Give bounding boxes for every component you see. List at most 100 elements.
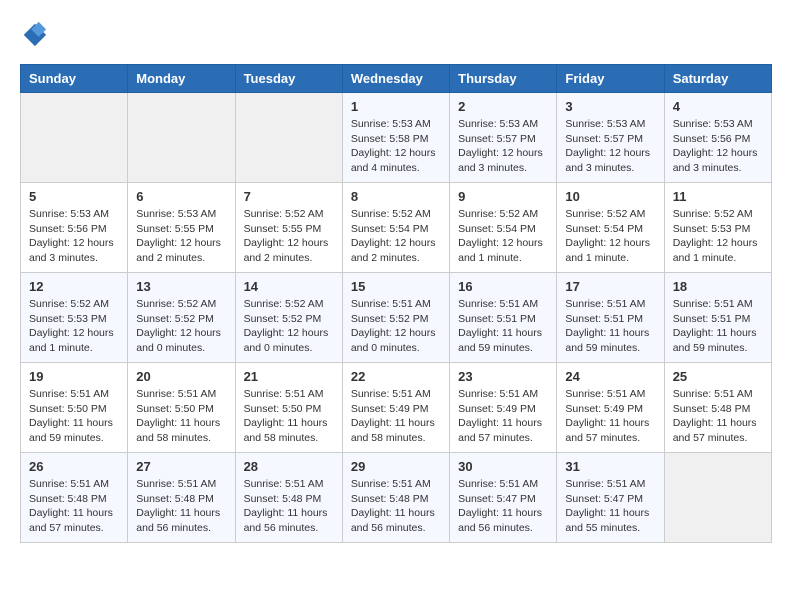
weekday-header: Thursday — [450, 65, 557, 93]
calendar-cell: 25Sunrise: 5:51 AM Sunset: 5:48 PM Dayli… — [664, 363, 771, 453]
calendar-cell: 21 Sunrise: 5:51 AM Sunset: 5:50 PM Dayli… — [235, 363, 342, 453]
day-number: 30 — [458, 459, 548, 474]
calendar-cell: 22Sunrise: 5:51 AM Sunset: 5:49 PM Dayli… — [342, 363, 449, 453]
calendar-cell: 5Sunrise: 5:53 AM Sunset: 5:56 PM Daylig… — [21, 183, 128, 273]
day-number: 20 — [136, 369, 226, 384]
calendar-week: 26 Sunrise: 5:51 AM Sunset: 5:48 PM Dayli… — [21, 453, 772, 543]
day-number: 16 — [458, 279, 548, 294]
day-number: 31 — [565, 459, 655, 474]
day-info: Sunrise: 5:52 AM Sunset: 5:54 PM Dayligh… — [565, 207, 655, 266]
calendar-cell — [664, 453, 771, 543]
day-info: Sunrise: 5:51 AM Sunset: 5:50 PM Dayligh… — [136, 387, 226, 446]
calendar-cell: 18Sunrise: 5:51 AM Sunset: 5:51 PM Dayli… — [664, 273, 771, 363]
calendar-cell: 31 Sunrise: 5:51 AM Sunset: 5:47 PM Dayli… — [557, 453, 664, 543]
day-info: Sunrise: 5:52 AM Sunset: 5:54 PM Dayligh… — [458, 207, 548, 266]
calendar-cell: 26 Sunrise: 5:51 AM Sunset: 5:48 PM Dayli… — [21, 453, 128, 543]
day-number: 9 — [458, 189, 548, 204]
day-info: Sunrise: 5:51 AM Sunset: 5:50 PM Dayligh… — [29, 387, 119, 446]
calendar-cell — [235, 93, 342, 183]
weekday-header: Tuesday — [235, 65, 342, 93]
day-number: 1 — [351, 99, 441, 114]
day-number: 5 — [29, 189, 119, 204]
day-info: Sunrise: 5:52 AM Sunset: 5:54 PM Dayligh… — [351, 207, 441, 266]
calendar-table: SundayMondayTuesdayWednesdayThursdayFrid… — [20, 64, 772, 543]
weekday-header: Monday — [128, 65, 235, 93]
day-number: 24 — [565, 369, 655, 384]
calendar-cell: 1 Sunrise: 5:53 AM Sunset: 5:58 PM Daylig… — [342, 93, 449, 183]
day-number: 12 — [29, 279, 119, 294]
day-info: Sunrise: 5:51 AM Sunset: 5:51 PM Dayligh… — [565, 297, 655, 356]
day-number: 23 — [458, 369, 548, 384]
calendar-week: 5Sunrise: 5:53 AM Sunset: 5:56 PM Daylig… — [21, 183, 772, 273]
calendar-cell: 11 Sunrise: 5:52 AM Sunset: 5:53 PM Dayli… — [664, 183, 771, 273]
calendar-cell: 12 Sunrise: 5:52 AM Sunset: 5:53 PM Dayli… — [21, 273, 128, 363]
calendar-cell: 8 Sunrise: 5:52 AM Sunset: 5:54 PM Daylig… — [342, 183, 449, 273]
day-number: 4 — [673, 99, 763, 114]
day-info: Sunrise: 5:51 AM Sunset: 5:48 PM Dayligh… — [29, 477, 119, 536]
day-number: 6 — [136, 189, 226, 204]
day-info: Sunrise: 5:51 AM Sunset: 5:52 PM Dayligh… — [351, 297, 441, 356]
day-info: Sunrise: 5:52 AM Sunset: 5:52 PM Dayligh… — [136, 297, 226, 356]
calendar-cell: 15 Sunrise: 5:51 AM Sunset: 5:52 PM Dayli… — [342, 273, 449, 363]
calendar-cell — [128, 93, 235, 183]
calendar-cell: 7 Sunrise: 5:52 AM Sunset: 5:55 PM Daylig… — [235, 183, 342, 273]
calendar-cell: 23 Sunrise: 5:51 AM Sunset: 5:49 PM Dayli… — [450, 363, 557, 453]
calendar-cell: 10 Sunrise: 5:52 AM Sunset: 5:54 PM Dayli… — [557, 183, 664, 273]
day-number: 11 — [673, 189, 763, 204]
day-number: 19 — [29, 369, 119, 384]
day-number: 14 — [244, 279, 334, 294]
logo-icon — [20, 20, 48, 48]
day-number: 7 — [244, 189, 334, 204]
day-info: Sunrise: 5:53 AM Sunset: 5:57 PM Dayligh… — [458, 117, 548, 176]
day-info: Sunrise: 5:52 AM Sunset: 5:53 PM Dayligh… — [673, 207, 763, 266]
day-info: Sunrise: 5:51 AM Sunset: 5:48 PM Dayligh… — [244, 477, 334, 536]
calendar-header: SundayMondayTuesdayWednesdayThursdayFrid… — [21, 65, 772, 93]
day-info: Sunrise: 5:51 AM Sunset: 5:49 PM Dayligh… — [565, 387, 655, 446]
day-number: 8 — [351, 189, 441, 204]
day-info: Sunrise: 5:52 AM Sunset: 5:55 PM Dayligh… — [244, 207, 334, 266]
day-number: 15 — [351, 279, 441, 294]
calendar-week: 12 Sunrise: 5:52 AM Sunset: 5:53 PM Dayli… — [21, 273, 772, 363]
day-info: Sunrise: 5:52 AM Sunset: 5:53 PM Dayligh… — [29, 297, 119, 356]
calendar-cell: 24 Sunrise: 5:51 AM Sunset: 5:49 PM Dayli… — [557, 363, 664, 453]
day-info: Sunrise: 5:51 AM Sunset: 5:49 PM Dayligh… — [351, 387, 441, 446]
day-info: Sunrise: 5:51 AM Sunset: 5:50 PM Dayligh… — [244, 387, 334, 446]
day-info: Sunrise: 5:51 AM Sunset: 5:48 PM Dayligh… — [351, 477, 441, 536]
calendar-cell: 3 Sunrise: 5:53 AM Sunset: 5:57 PM Daylig… — [557, 93, 664, 183]
day-info: Sunrise: 5:51 AM Sunset: 5:47 PM Dayligh… — [565, 477, 655, 536]
day-number: 3 — [565, 99, 655, 114]
calendar-cell: 27 Sunrise: 5:51 AM Sunset: 5:48 PM Dayli… — [128, 453, 235, 543]
day-number: 28 — [244, 459, 334, 474]
day-info: Sunrise: 5:53 AM Sunset: 5:58 PM Dayligh… — [351, 117, 441, 176]
day-number: 21 — [244, 369, 334, 384]
calendar-cell: 20 Sunrise: 5:51 AM Sunset: 5:50 PM Dayli… — [128, 363, 235, 453]
day-info: Sunrise: 5:51 AM Sunset: 5:47 PM Dayligh… — [458, 477, 548, 536]
page-header — [20, 20, 772, 48]
calendar-cell: 2 Sunrise: 5:53 AM Sunset: 5:57 PM Daylig… — [450, 93, 557, 183]
day-info: Sunrise: 5:51 AM Sunset: 5:51 PM Dayligh… — [673, 297, 763, 356]
day-info: Sunrise: 5:52 AM Sunset: 5:52 PM Dayligh… — [244, 297, 334, 356]
calendar-cell: 29Sunrise: 5:51 AM Sunset: 5:48 PM Dayli… — [342, 453, 449, 543]
calendar-body: 1 Sunrise: 5:53 AM Sunset: 5:58 PM Daylig… — [21, 93, 772, 543]
day-info: Sunrise: 5:51 AM Sunset: 5:51 PM Dayligh… — [458, 297, 548, 356]
day-number: 2 — [458, 99, 548, 114]
calendar-week: 19 Sunrise: 5:51 AM Sunset: 5:50 PM Dayli… — [21, 363, 772, 453]
day-number: 27 — [136, 459, 226, 474]
day-number: 13 — [136, 279, 226, 294]
day-number: 10 — [565, 189, 655, 204]
logo — [20, 20, 52, 48]
calendar-cell: 28 Sunrise: 5:51 AM Sunset: 5:48 PM Dayli… — [235, 453, 342, 543]
calendar-cell: 17 Sunrise: 5:51 AM Sunset: 5:51 PM Dayli… — [557, 273, 664, 363]
day-info: Sunrise: 5:51 AM Sunset: 5:49 PM Dayligh… — [458, 387, 548, 446]
day-number: 25 — [673, 369, 763, 384]
day-info: Sunrise: 5:51 AM Sunset: 5:48 PM Dayligh… — [136, 477, 226, 536]
day-info: Sunrise: 5:53 AM Sunset: 5:57 PM Dayligh… — [565, 117, 655, 176]
calendar-cell: 30 Sunrise: 5:51 AM Sunset: 5:47 PM Dayli… — [450, 453, 557, 543]
weekday-header: Friday — [557, 65, 664, 93]
calendar-cell: 9 Sunrise: 5:52 AM Sunset: 5:54 PM Daylig… — [450, 183, 557, 273]
day-number: 17 — [565, 279, 655, 294]
calendar-cell: 16 Sunrise: 5:51 AM Sunset: 5:51 PM Dayli… — [450, 273, 557, 363]
weekday-header: Sunday — [21, 65, 128, 93]
day-number: 26 — [29, 459, 119, 474]
calendar-cell: 19 Sunrise: 5:51 AM Sunset: 5:50 PM Dayli… — [21, 363, 128, 453]
